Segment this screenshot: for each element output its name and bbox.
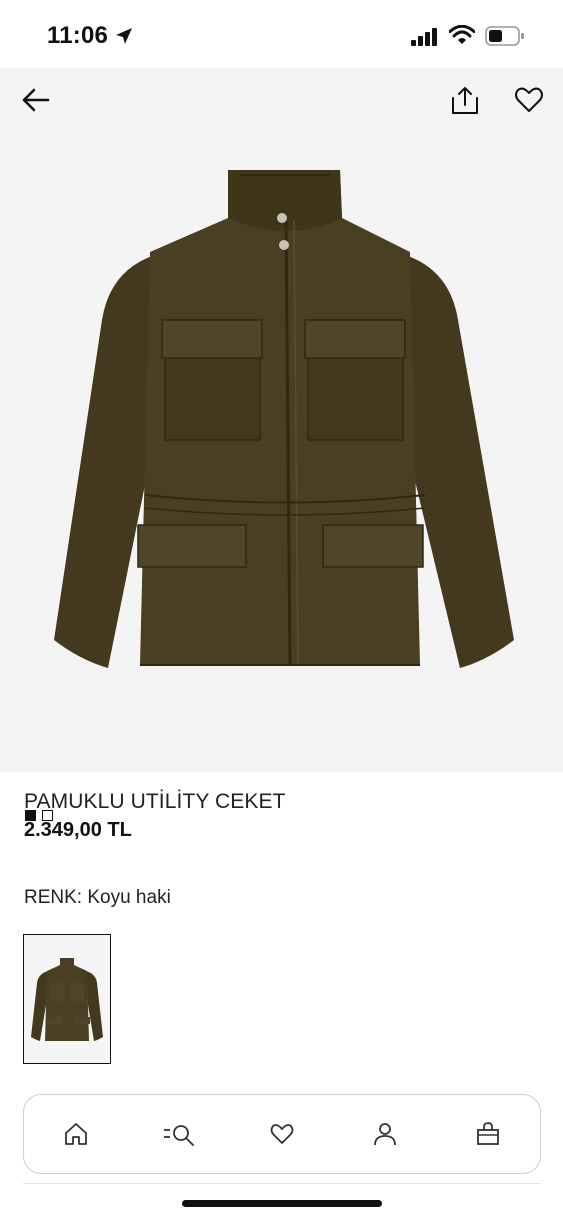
heart-icon[interactable] [513,84,545,116]
color-label: RENK: Koyu haki [24,887,171,908]
product-image-gallery[interactable] [0,68,563,821]
signal-icon [411,28,437,46]
nav-account[interactable] [355,1104,415,1164]
back-arrow-icon[interactable] [20,84,52,116]
color-swatch-koyu-haki[interactable] [23,934,111,1064]
divider [23,1183,541,1184]
product-name: PAMUKLU UTİLİTY CEKET [24,790,286,813]
bottom-navigation [23,1094,541,1174]
share-icon[interactable] [450,84,480,116]
product-price: 2.349,00 TL [24,819,132,841]
home-icon [64,1123,87,1145]
swatch-thumbnail [31,958,103,1041]
account-icon [374,1123,397,1146]
favorites-heart-icon [270,1124,294,1144]
nav-home[interactable] [46,1104,106,1164]
product-photo [54,170,514,668]
location-arrow-icon [116,28,132,44]
bag-icon [477,1122,500,1145]
nav-bag[interactable] [458,1104,518,1164]
nav-search[interactable] [149,1104,209,1164]
status-bar: 11:06 [0,0,563,68]
battery-icon [485,26,524,46]
search-icon [163,1125,194,1146]
wifi-icon [449,25,475,44]
home-indicator[interactable] [182,1200,382,1207]
status-time: 11:06 [47,22,109,49]
nav-favorites[interactable] [252,1104,312,1164]
